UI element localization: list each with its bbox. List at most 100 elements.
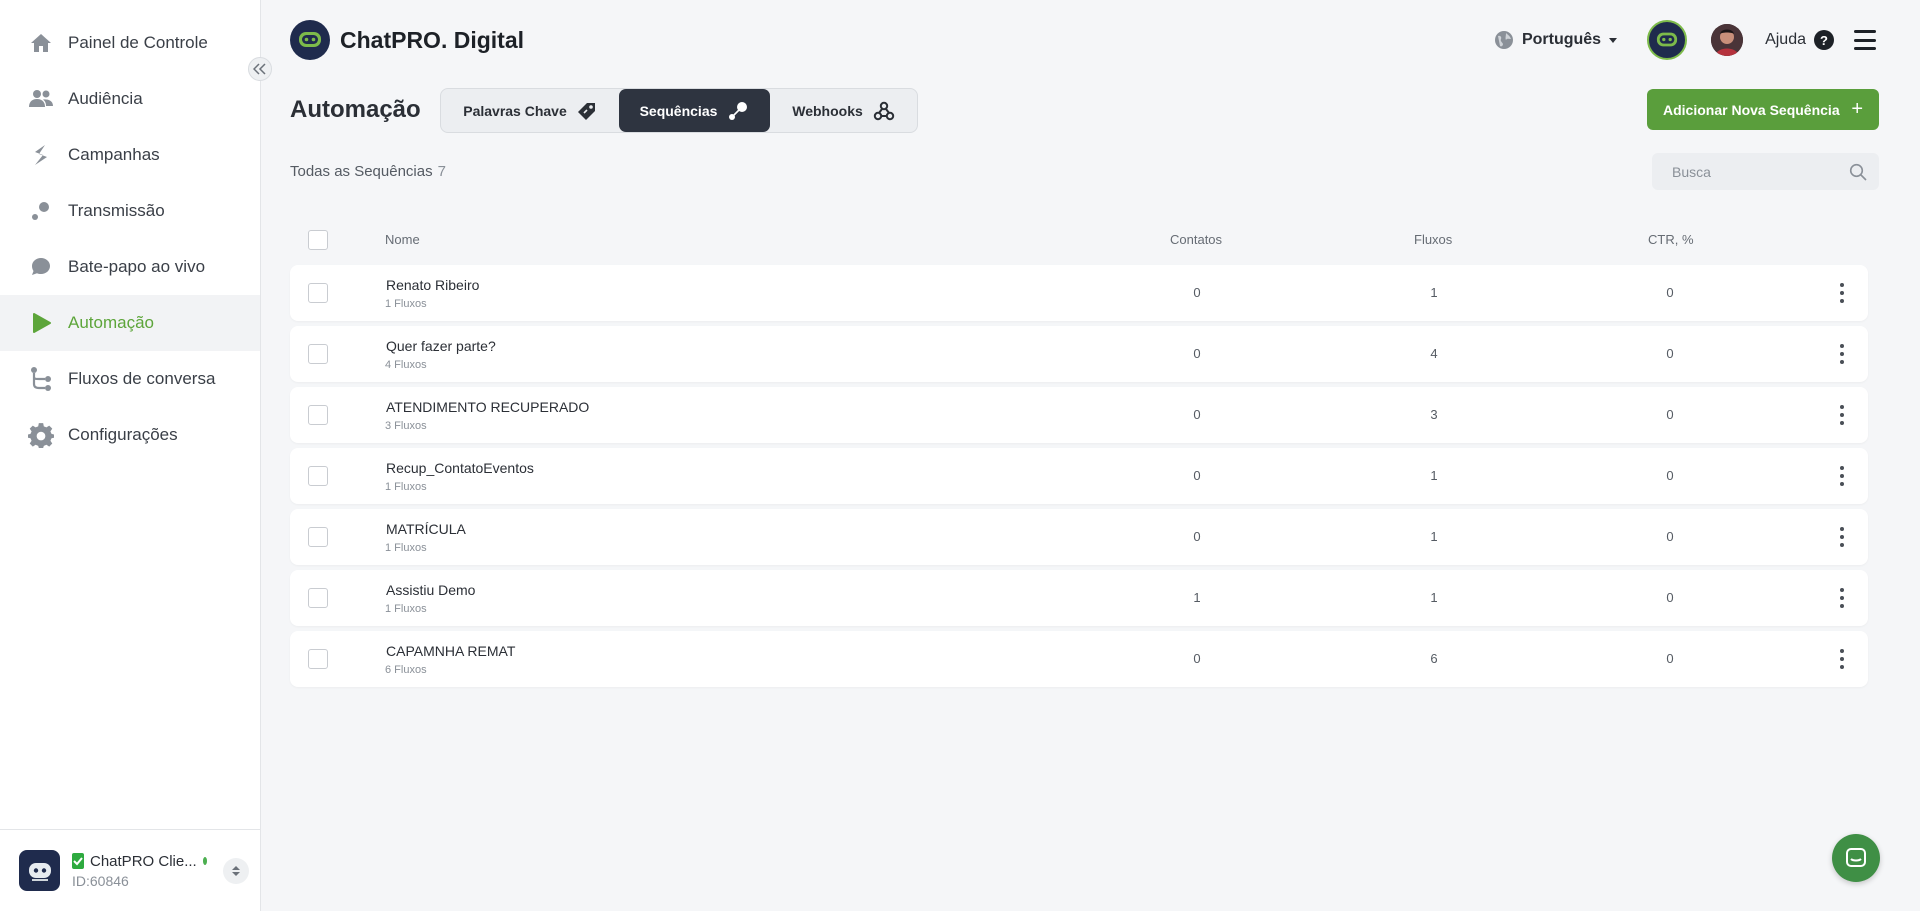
sidebar-item-painel[interactable]: Painel de Controle <box>0 15 260 71</box>
column-header-ctr[interactable]: CTR, % <box>1648 232 1694 247</box>
contacts-value: 0 <box>1193 285 1201 300</box>
ctr-value: 0 <box>1666 529 1674 544</box>
contacts-value: 0 <box>1193 468 1201 483</box>
tab-palavras-chave[interactable]: Palavras Chave <box>441 89 619 132</box>
add-sequence-button[interactable]: Adicionar Nova Sequência + <box>1647 89 1879 130</box>
row-checkbox[interactable] <box>308 588 328 608</box>
chat-bubble-icon <box>28 254 54 280</box>
tag-icon <box>577 101 597 121</box>
table-header: Nome Contatos Fluxos CTR, % <box>290 226 1868 254</box>
hamburger-menu-icon[interactable] <box>1854 30 1876 50</box>
more-options-icon[interactable] <box>1835 525 1849 549</box>
account-id: ID:60846 <box>72 872 129 889</box>
broadcast-icon <box>28 198 54 224</box>
table-row[interactable]: Quer fazer parte? 4 Fluxos 0 4 0 <box>290 326 1868 382</box>
sidebar-item-transmissao[interactable]: Transmissão <box>0 183 260 239</box>
ctr-value: 0 <box>1666 590 1674 605</box>
sidebar-item-fluxos[interactable]: Fluxos de conversa <box>0 351 260 407</box>
sidebar-item-automacao[interactable]: Automação <box>0 295 260 351</box>
account-logo <box>19 850 60 891</box>
globe-icon <box>1494 30 1514 50</box>
flows-value: 1 <box>1430 285 1438 300</box>
help-label: Ajuda <box>1765 31 1806 48</box>
tab-sequencias[interactable]: Sequências <box>619 89 770 132</box>
row-checkbox[interactable] <box>308 344 328 364</box>
tab-label: Sequências <box>639 102 718 119</box>
search-icon[interactable] <box>1849 163 1867 186</box>
sequence-flows-count: 3 Fluxos <box>385 420 427 432</box>
more-options-icon[interactable] <box>1835 586 1849 610</box>
column-header-flows[interactable]: Fluxos <box>1414 232 1452 247</box>
brand-logo <box>290 20 330 60</box>
sequence-flows-count: 1 Fluxos <box>385 542 427 554</box>
column-header-name[interactable]: Nome <box>385 232 420 247</box>
support-chat-button[interactable] <box>1832 834 1880 882</box>
table-row[interactable]: Recup_ContatoEventos 1 Fluxos 0 1 0 <box>290 448 1868 504</box>
webhook-icon <box>873 100 895 122</box>
header-actions: Português Ajuda ? <box>1494 20 1876 60</box>
contacts-value: 1 <box>1193 590 1201 605</box>
ctr-value: 0 <box>1666 285 1674 300</box>
ctr-value: 0 <box>1666 651 1674 666</box>
row-checkbox[interactable] <box>308 466 328 486</box>
sequence-flows-count: 1 Fluxos <box>385 481 427 493</box>
more-options-icon[interactable] <box>1835 647 1849 671</box>
tab-webhooks[interactable]: Webhooks <box>770 89 917 132</box>
row-checkbox[interactable] <box>308 283 328 303</box>
flows-value: 1 <box>1430 468 1438 483</box>
help-link[interactable]: Ajuda ? <box>1765 30 1834 50</box>
language-selector[interactable]: Português <box>1494 30 1618 50</box>
sequence-flows-count: 4 Fluxos <box>385 359 427 371</box>
more-options-icon[interactable] <box>1835 342 1849 366</box>
search-input[interactable] <box>1652 153 1879 190</box>
table-row[interactable]: MATRÍCULA 1 Fluxos 0 1 0 <box>290 509 1868 565</box>
account-info: ChatPRO Clie... ID:60846 <box>72 853 207 889</box>
page-title: Automação <box>290 96 421 123</box>
plus-icon: + <box>1851 98 1863 120</box>
column-header-contacts[interactable]: Contatos <box>1170 232 1222 247</box>
sidebar-item-bate-papo[interactable]: Bate-papo ao vivo <box>0 239 260 295</box>
brand[interactable]: ChatPRO. Digital <box>290 20 524 60</box>
sequence-name: CAPAMNHA REMAT <box>386 643 516 659</box>
home-icon <box>28 30 54 56</box>
row-checkbox[interactable] <box>308 527 328 547</box>
contacts-value: 0 <box>1193 651 1201 666</box>
sidebar-item-audiencia[interactable]: Audiência <box>0 71 260 127</box>
list-label: Todas as Sequências <box>290 163 433 180</box>
table-row[interactable]: Renato Ribeiro 1 Fluxos 0 1 0 <box>290 265 1868 321</box>
flows-value: 1 <box>1430 590 1438 605</box>
sidebar-item-label: Configurações <box>68 425 178 444</box>
more-options-icon[interactable] <box>1835 464 1849 488</box>
sidebar-item-campanhas[interactable]: Campanhas <box>0 127 260 183</box>
more-options-icon[interactable] <box>1835 281 1849 305</box>
sequence-flows-count: 1 Fluxos <box>385 603 427 615</box>
table-row[interactable]: ATENDIMENTO RECUPERADO 3 Fluxos 0 3 0 <box>290 387 1868 443</box>
sidebar: Painel de Controle Audiência Campanhas T… <box>0 0 261 911</box>
contacts-value: 0 <box>1193 346 1201 361</box>
language-label: Português <box>1521 31 1602 48</box>
play-icon <box>28 310 54 336</box>
sidebar-item-label: Automação <box>68 313 154 332</box>
account-switch-button[interactable] <box>223 858 249 884</box>
more-options-icon[interactable] <box>1835 403 1849 427</box>
sidebar-item-configuracoes[interactable]: Configurações <box>0 407 260 463</box>
collapse-sidebar-button[interactable] <box>248 57 272 81</box>
question-icon: ? <box>1814 30 1834 50</box>
sidebar-item-label: Bate-papo ao vivo <box>68 257 206 276</box>
bot-avatar[interactable] <box>1647 20 1688 60</box>
account-switcher[interactable]: ChatPRO Clie... ID:60846 <box>0 829 260 911</box>
select-all-checkbox[interactable] <box>308 230 328 250</box>
row-checkbox[interactable] <box>308 405 328 425</box>
sidebar-item-label: Campanhas <box>68 145 160 164</box>
row-checkbox[interactable] <box>308 649 328 669</box>
table-row[interactable]: CAPAMNHA REMAT 6 Fluxos 0 6 0 <box>290 631 1868 687</box>
account-name-row: ChatPRO Clie... <box>72 853 207 870</box>
brand-name: ChatPRO. Digital <box>340 26 525 53</box>
user-avatar[interactable] <box>1711 24 1744 56</box>
flows-value: 4 <box>1430 346 1438 361</box>
check-icon <box>72 853 84 869</box>
sidebar-item-label: Audiência <box>68 89 143 108</box>
table-row[interactable]: Assistiu Demo 1 Fluxos 1 1 0 <box>290 570 1868 626</box>
campaign-icon <box>28 142 54 168</box>
sequence-name: Quer fazer parte? <box>386 338 496 354</box>
